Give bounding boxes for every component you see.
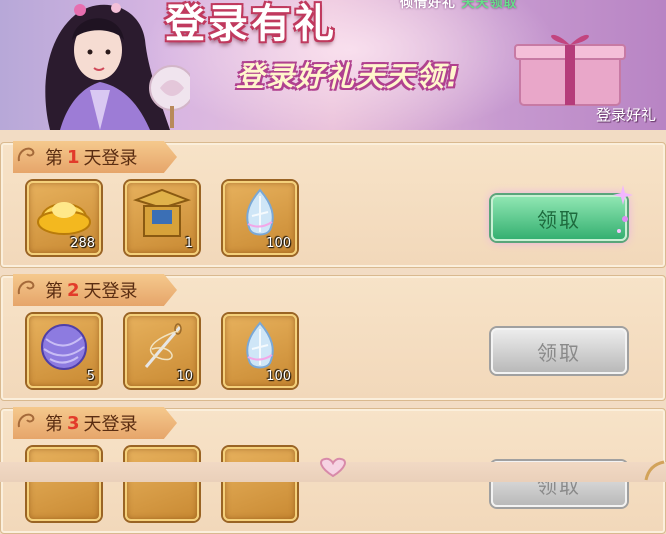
reward-item-crystal[interactable]: 100: [223, 314, 297, 388]
crystal-icon: [246, 321, 274, 369]
day-suffix: 天登录: [83, 414, 138, 435]
reward-item[interactable]: [125, 447, 199, 521]
item-quantity: 1: [184, 236, 193, 251]
day-suffix: 天登录: [83, 281, 138, 302]
banner-top-strip: 倾情好礼 天天领取: [400, 0, 518, 11]
item-quantity: 288: [70, 236, 95, 251]
swirl-decoration-icon: [17, 147, 35, 162]
hat-box-icon: [132, 188, 192, 237]
item-quantity: 100: [266, 236, 291, 251]
yarn-ball-icon: [41, 324, 87, 370]
day-tab-3: 第 3 天登录: [13, 407, 177, 439]
day-panel-2: 第 2 天登录 5 10 100 领取: [0, 274, 666, 401]
reward-item[interactable]: [27, 447, 101, 521]
item-quantity: 5: [86, 369, 95, 384]
gift-box-illustration: [514, 34, 626, 106]
top-strip-right: 天天领取: [461, 0, 518, 11]
crystal-icon: [246, 188, 274, 236]
reward-item-crystal[interactable]: [223, 447, 297, 521]
swirl-decoration-icon: [17, 280, 35, 295]
day-number: 3: [67, 412, 80, 434]
reward-item-hat-box[interactable]: 1: [125, 181, 199, 255]
swirl-decoration-icon: [17, 413, 35, 428]
item-quantity: 100: [266, 369, 291, 384]
day-tab-2: 第 2 天登录: [13, 274, 177, 306]
day-number: 1: [67, 146, 80, 168]
corner-ornament-icon: [644, 460, 665, 481]
login-gift-banner: 倾情好礼 天天领取 登录有礼 登录好礼天天领! 登录好礼: [0, 0, 666, 130]
needle-thread-icon: [144, 323, 182, 368]
day-number: 2: [67, 279, 80, 301]
day-prefix: 第: [45, 414, 63, 435]
claim-button-day-2[interactable]: 领取: [491, 328, 627, 374]
banner-subtitle: 登录好礼天天领!: [236, 60, 461, 93]
day-prefix: 第: [45, 148, 63, 169]
day-suffix: 天登录: [83, 148, 138, 169]
day-panel-1: 第 1 天登录 288 1 100 领取: [0, 141, 666, 268]
day-prefix: 第: [45, 281, 63, 302]
reward-item-yarn-ball[interactable]: 5: [27, 314, 101, 388]
banner-corner-label: 登录好礼: [595, 106, 656, 124]
claim-button-day-1[interactable]: 领取: [491, 195, 627, 241]
item-quantity: 10: [176, 369, 193, 384]
reward-item-crystal[interactable]: 100: [223, 181, 297, 255]
gold-ingot-icon: [37, 202, 91, 235]
banner-title: 登录有礼: [165, 1, 337, 47]
reward-item-needle-thread[interactable]: 10: [125, 314, 199, 388]
top-strip-left: 倾情好礼: [400, 0, 457, 11]
day-tab-1: 第 1 天登录: [13, 141, 177, 173]
sparkle-icon: [613, 185, 633, 233]
heart-scroll-icon[interactable]: [316, 456, 350, 478]
reward-item-gold-ingot[interactable]: 288: [27, 181, 101, 255]
